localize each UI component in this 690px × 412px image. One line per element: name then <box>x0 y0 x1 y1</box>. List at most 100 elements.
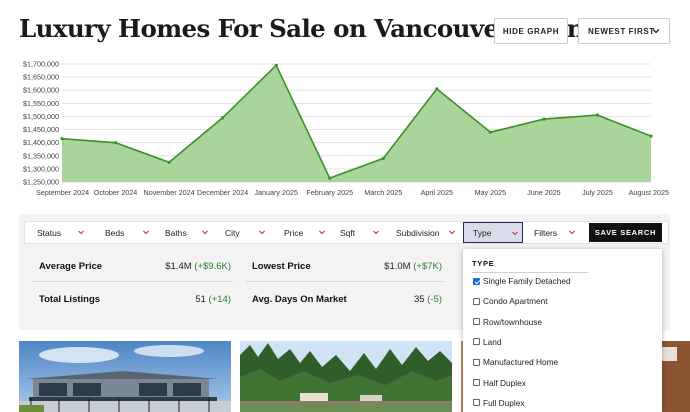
type-option[interactable]: Full Duplex <box>473 397 525 409</box>
data-point <box>113 141 118 145</box>
y-tick-label: $1,600,000 <box>23 86 59 95</box>
data-point <box>435 87 439 91</box>
chevron-down-icon <box>259 230 265 235</box>
data-point <box>60 137 64 141</box>
filter-type[interactable]: Type <box>463 222 523 243</box>
option-label: Full Duplex <box>483 397 525 408</box>
dropdown-title: TYPE <box>472 259 495 268</box>
type-option[interactable]: Single Family Detached <box>473 275 571 287</box>
y-tick-label: $1,500,000 <box>23 112 59 121</box>
y-tick-label: $1,300,000 <box>23 164 59 173</box>
option-label: Land <box>483 336 502 347</box>
data-point <box>167 160 171 164</box>
filter-filters[interactable]: Filters <box>522 222 582 243</box>
stat-label: Total Listings <box>39 294 101 305</box>
stat-value: 51 (+14) <box>195 294 231 305</box>
checkbox[interactable] <box>473 358 480 366</box>
option-label: Row/townhouse <box>483 316 543 327</box>
chart-y-axis: $1,700,000 $1,650,000 $1,600,000 $1,550,000… <box>23 60 59 187</box>
data-point <box>595 113 600 117</box>
chevron-down-icon <box>449 230 455 235</box>
divider <box>472 272 588 273</box>
chevron-down-icon <box>373 230 379 235</box>
type-option[interactable]: Land <box>473 336 501 348</box>
hide-graph-button[interactable]: HIDE GRAPH <box>494 18 568 44</box>
type-option[interactable]: Condo Apartment <box>473 295 548 307</box>
chevron-down-icon <box>569 230 575 235</box>
filter-bar: Status Beds Baths City Price Sqft Subdivision T… <box>24 221 669 244</box>
chevron-down-icon <box>512 231 518 236</box>
y-tick-label: $1,250,000 <box>23 178 59 187</box>
stat-label: Avg. Days On Market <box>252 294 347 305</box>
y-tick-label: $1,650,000 <box>23 73 59 82</box>
filter-label: Subdivision <box>396 227 440 238</box>
x-tick-label: May 2025 <box>475 188 507 197</box>
data-point <box>649 134 653 138</box>
stat-label: Average Price <box>39 260 103 272</box>
price-trend-chart: $1,700,000 $1,650,000 $1,600,000 $1,550,000… <box>23 60 669 198</box>
chevron-down-icon <box>78 230 84 235</box>
listing-card-image[interactable] <box>240 341 452 412</box>
x-tick-label: November 2024 <box>144 188 195 197</box>
stat-value: $1.4M (+$9.6K) <box>165 260 231 272</box>
option-label: Condo Apartment <box>483 296 548 307</box>
option-label: Single Family Detached <box>483 276 571 286</box>
data-point <box>381 156 385 160</box>
x-tick-label: December 2024 <box>197 188 248 197</box>
checkbox[interactable] <box>473 399 480 407</box>
chevron-down-icon <box>202 230 208 235</box>
filter-city[interactable]: City <box>213 222 270 243</box>
filter-label: Type <box>473 227 492 238</box>
stat-avg-days-on-market: Avg. Days On Market 35 (-5) <box>246 284 444 315</box>
modern-house-photo <box>19 341 231 412</box>
stat-lowest-price: Lowest Price $1.0M (+$7K) <box>246 251 444 282</box>
x-tick-label: January 2025 <box>254 188 298 197</box>
filter-sqft[interactable]: Sqft <box>328 222 382 243</box>
x-tick-label: March 2025 <box>364 188 402 197</box>
type-option[interactable]: Manufactured Home <box>473 356 558 368</box>
sort-label: NEWEST FIRST <box>588 26 655 36</box>
type-filter-dropdown: TYPE Single Family Detached Condo Apartme… <box>463 249 662 412</box>
filter-price[interactable]: Price <box>272 222 326 243</box>
filter-subdivision[interactable]: Subdivision <box>384 222 460 243</box>
data-point <box>328 176 332 180</box>
checkbox[interactable] <box>473 297 480 305</box>
y-tick-label: $1,400,000 <box>23 138 59 147</box>
y-tick-label: $1,450,000 <box>23 125 59 134</box>
x-tick-label: February 2025 <box>306 188 353 197</box>
data-point <box>542 117 546 121</box>
chart-area-fill <box>62 65 651 182</box>
data-point <box>221 116 225 120</box>
x-tick-label: June 2025 <box>527 188 561 197</box>
x-tick-label: August 2025 <box>629 188 669 197</box>
chevron-down-icon <box>652 29 660 34</box>
filter-baths[interactable]: Baths <box>153 222 211 243</box>
stats-left: Average Price $1.4M (+$9.6K) Total Listi… <box>33 251 233 317</box>
filter-label: Baths <box>165 227 187 238</box>
chevron-down-icon <box>319 230 325 235</box>
checkbox[interactable] <box>473 277 480 285</box>
filter-status[interactable]: Status <box>25 222 89 243</box>
type-option[interactable]: Half Duplex <box>473 377 526 389</box>
checkbox[interactable] <box>473 379 480 386</box>
filter-label: Sqft <box>340 227 356 238</box>
x-tick-label: October 2024 <box>94 188 138 197</box>
filter-label: City <box>225 227 240 238</box>
sort-dropdown[interactable]: NEWEST FIRST <box>578 18 670 44</box>
listing-card-image[interactable] <box>19 341 231 412</box>
x-tick-label: April 2025 <box>421 188 453 197</box>
x-tick-label: July 2025 <box>582 188 613 197</box>
option-label: Half Duplex <box>483 377 526 388</box>
stat-total-listings: Total Listings 51 (+14) <box>33 284 233 315</box>
data-point <box>488 130 492 134</box>
type-option[interactable]: Row/townhouse <box>473 316 542 328</box>
stat-label: Lowest Price <box>252 260 311 272</box>
save-search-button[interactable]: SAVE SEARCH <box>589 223 662 242</box>
filter-label: Status <box>37 227 62 238</box>
y-tick-label: $1,350,000 <box>23 151 59 160</box>
checkbox[interactable] <box>473 318 480 326</box>
y-tick-label: $1,700,000 <box>23 60 59 69</box>
filter-label: Filters <box>534 227 558 238</box>
filter-beds[interactable]: Beds <box>93 222 151 243</box>
checkbox[interactable] <box>473 338 480 346</box>
